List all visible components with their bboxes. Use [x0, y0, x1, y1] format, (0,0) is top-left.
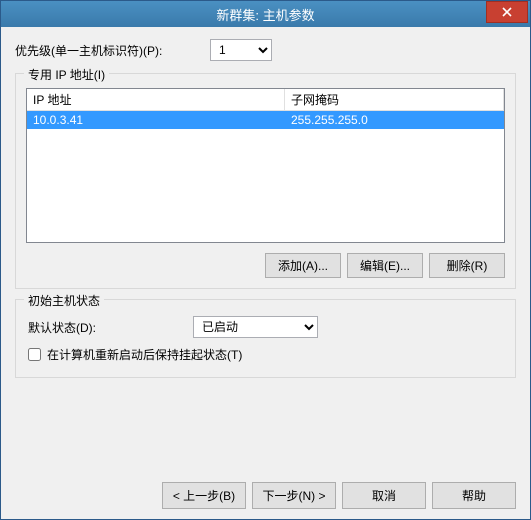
ip-groupbox: 专用 IP 地址(I) IP 地址 子网掩码 10.0.3.41 255.255…: [15, 73, 516, 289]
help-button[interactable]: 帮助: [432, 482, 516, 509]
retain-checkbox-label[interactable]: 在计算机重新启动后保持挂起状态(T): [47, 346, 242, 363]
priority-row: 优先级(单一主机标识符)(P): 1: [15, 39, 516, 61]
ip-button-row: 添加(A)... 编辑(E)... 删除(R): [26, 253, 505, 278]
ip-groupbox-legend: 专用 IP 地址(I): [24, 66, 109, 83]
add-button[interactable]: 添加(A)...: [265, 253, 341, 278]
back-button[interactable]: < 上一步(B): [162, 482, 246, 509]
titlebar: 新群集: 主机参数: [1, 1, 530, 27]
column-header-ip[interactable]: IP 地址: [27, 89, 285, 110]
next-button[interactable]: 下一步(N) >: [252, 482, 336, 509]
close-button[interactable]: [486, 1, 528, 23]
close-icon: [502, 7, 512, 17]
default-state-row: 默认状态(D): 已启动: [28, 316, 503, 338]
cell-ip: 10.0.3.41: [27, 111, 285, 129]
spacer: [15, 388, 516, 472]
dialog-window: 新群集: 主机参数 优先级(单一主机标识符)(P): 1 专用 IP 地址(I)…: [0, 0, 531, 520]
cell-mask: 255.255.255.0: [285, 111, 504, 129]
client-area: 优先级(单一主机标识符)(P): 1 专用 IP 地址(I) IP 地址 子网掩…: [1, 27, 530, 519]
table-row[interactable]: 10.0.3.41 255.255.255.0: [27, 111, 504, 129]
cancel-button[interactable]: 取消: [342, 482, 426, 509]
state-groupbox: 初始主机状态 默认状态(D): 已启动 在计算机重新启动后保持挂起状态(T): [15, 299, 516, 378]
default-state-label: 默认状态(D):: [28, 319, 183, 336]
titlebar-text: 新群集: 主机参数: [1, 5, 530, 24]
listview-header: IP 地址 子网掩码: [27, 89, 504, 111]
default-state-select[interactable]: 已启动: [193, 316, 318, 338]
column-header-mask[interactable]: 子网掩码: [285, 89, 504, 110]
wizard-nav-row: < 上一步(B) 下一步(N) > 取消 帮助: [15, 472, 516, 509]
retain-checkbox[interactable]: [28, 348, 41, 361]
edit-button[interactable]: 编辑(E)...: [347, 253, 423, 278]
priority-label: 优先级(单一主机标识符)(P):: [15, 42, 185, 59]
ip-listview[interactable]: IP 地址 子网掩码 10.0.3.41 255.255.255.0: [26, 88, 505, 243]
remove-button[interactable]: 删除(R): [429, 253, 505, 278]
retain-checkbox-row: 在计算机重新启动后保持挂起状态(T): [28, 346, 503, 363]
state-groupbox-legend: 初始主机状态: [24, 292, 104, 309]
listview-body: 10.0.3.41 255.255.255.0: [27, 111, 504, 242]
priority-select[interactable]: 1: [210, 39, 272, 61]
